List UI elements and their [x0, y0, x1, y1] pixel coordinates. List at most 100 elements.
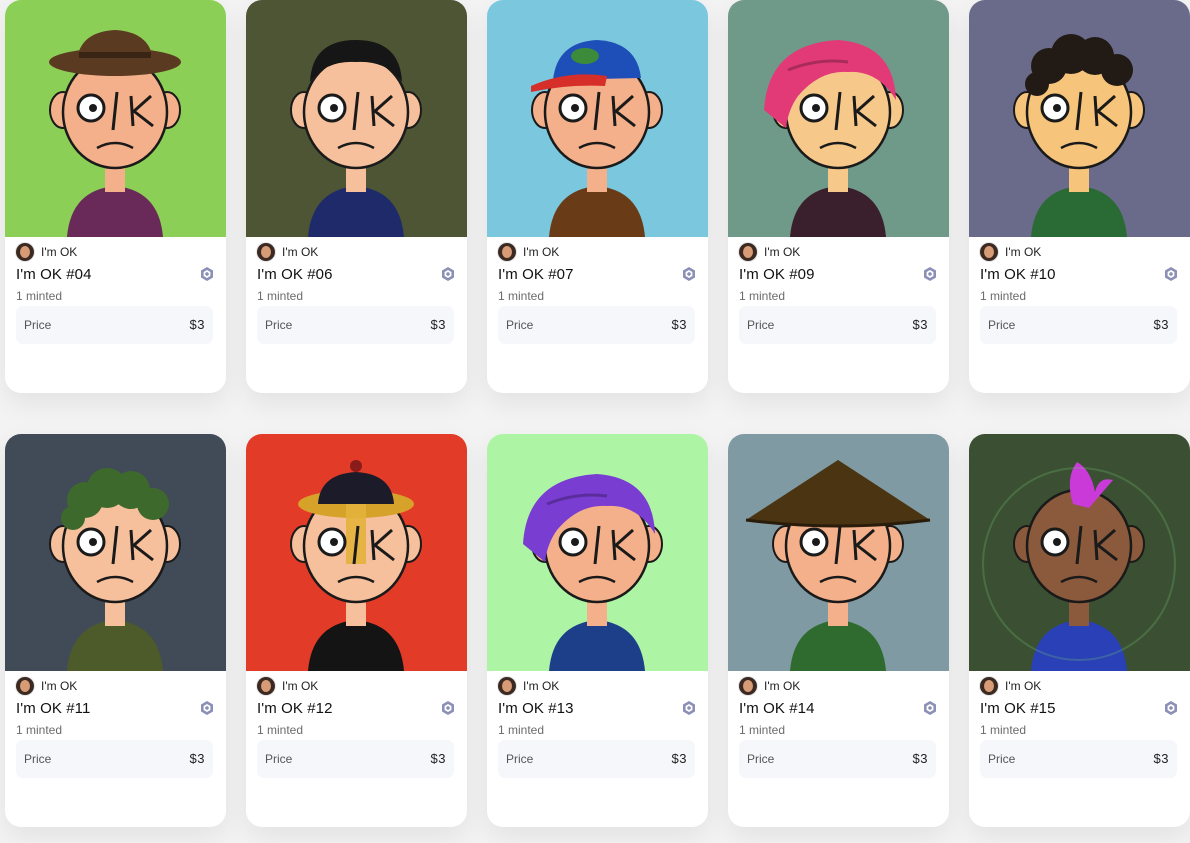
creator-info[interactable]: I'm OK [257, 677, 318, 695]
nft-title[interactable]: I'm OK #15 [980, 700, 1056, 717]
nft-title[interactable]: I'm OK #04 [16, 266, 92, 283]
creator-name: I'm OK [282, 245, 319, 259]
price-value: $3 [189, 317, 205, 332]
minted-count: 1 minted [498, 289, 545, 303]
nft-artwork-image[interactable] [487, 0, 708, 237]
creator-info[interactable]: I'm OK [980, 243, 1041, 261]
minted-count: 1 minted [498, 723, 545, 737]
price-value: $3 [1153, 317, 1169, 332]
creator-avatar [980, 677, 998, 695]
creator-info[interactable]: I'm OK [739, 677, 800, 695]
price-box: Price $3 [980, 306, 1177, 344]
nft-card[interactable]: I'm OK I'm OK #15 1 minted Price $3 [969, 434, 1190, 827]
price-value: $3 [912, 751, 928, 766]
creator-info[interactable]: I'm OK [498, 677, 559, 695]
creator-avatar [257, 677, 275, 695]
price-box: Price $3 [739, 306, 936, 344]
price-label: Price [265, 752, 293, 766]
creator-info[interactable]: I'm OK [16, 677, 77, 695]
nft-artwork-image[interactable] [969, 0, 1190, 237]
price-box: Price $3 [257, 306, 454, 344]
creator-name: I'm OK [282, 679, 319, 693]
minted-count: 1 minted [257, 289, 304, 303]
minted-count: 1 minted [739, 723, 786, 737]
minted-count: 1 minted [739, 289, 786, 303]
nft-title[interactable]: I'm OK #13 [498, 700, 574, 717]
nft-grid: I'm OK I'm OK #04 1 minted Price $3 I'm … [0, 0, 1190, 843]
nft-title[interactable]: I'm OK #07 [498, 266, 574, 283]
creator-avatar [739, 677, 757, 695]
creator-avatar [739, 243, 757, 261]
nft-title[interactable]: I'm OK #12 [257, 700, 333, 717]
chain-network-icon [1165, 701, 1177, 715]
price-box: Price $3 [16, 306, 213, 344]
price-value: $3 [430, 751, 446, 766]
creator-avatar [980, 243, 998, 261]
price-label: Price [506, 752, 534, 766]
nft-artwork-image[interactable] [728, 0, 949, 237]
nft-artwork-image[interactable] [728, 434, 949, 671]
nft-artwork-image[interactable] [969, 434, 1190, 671]
price-label: Price [747, 752, 775, 766]
minted-count: 1 minted [257, 723, 304, 737]
chain-network-icon [683, 701, 695, 715]
creator-name: I'm OK [523, 245, 560, 259]
price-value: $3 [1153, 751, 1169, 766]
nft-title[interactable]: I'm OK #09 [739, 266, 815, 283]
creator-avatar [16, 243, 34, 261]
chain-network-icon [442, 701, 454, 715]
minted-count: 1 minted [16, 289, 63, 303]
creator-avatar [498, 677, 516, 695]
nft-card[interactable]: I'm OK I'm OK #10 1 minted Price $3 [969, 0, 1190, 393]
price-box: Price $3 [257, 740, 454, 778]
nft-card[interactable]: I'm OK I'm OK #13 1 minted Price $3 [487, 434, 708, 827]
price-value: $3 [430, 317, 446, 332]
nft-artwork-image[interactable] [5, 434, 226, 671]
price-label: Price [24, 318, 52, 332]
creator-avatar [16, 677, 34, 695]
price-value: $3 [671, 751, 687, 766]
creator-info[interactable]: I'm OK [739, 243, 800, 261]
nft-artwork-image[interactable] [5, 0, 226, 237]
price-box: Price $3 [498, 306, 695, 344]
creator-name: I'm OK [1005, 679, 1042, 693]
minted-count: 1 minted [980, 289, 1027, 303]
price-box: Price $3 [739, 740, 936, 778]
nft-artwork-image[interactable] [246, 434, 467, 671]
nft-title[interactable]: I'm OK #11 [16, 700, 90, 717]
price-label: Price [506, 318, 534, 332]
chain-network-icon [924, 267, 936, 281]
nft-title[interactable]: I'm OK #14 [739, 700, 815, 717]
nft-card[interactable]: I'm OK I'm OK #07 1 minted Price $3 [487, 0, 708, 393]
price-value: $3 [671, 317, 687, 332]
creator-avatar [257, 243, 275, 261]
creator-info[interactable]: I'm OK [498, 243, 559, 261]
creator-info[interactable]: I'm OK [980, 677, 1041, 695]
minted-count: 1 minted [16, 723, 63, 737]
chain-network-icon [683, 267, 695, 281]
price-box: Price $3 [980, 740, 1177, 778]
chain-network-icon [924, 701, 936, 715]
nft-title[interactable]: I'm OK #06 [257, 266, 333, 283]
creator-name: I'm OK [41, 245, 78, 259]
creator-info[interactable]: I'm OK [257, 243, 318, 261]
price-value: $3 [189, 751, 205, 766]
nft-card[interactable]: I'm OK I'm OK #12 1 minted Price $3 [246, 434, 467, 827]
minted-count: 1 minted [980, 723, 1027, 737]
chain-network-icon [201, 267, 213, 281]
creator-name: I'm OK [41, 679, 78, 693]
nft-artwork-image[interactable] [487, 434, 708, 671]
chain-network-icon [1165, 267, 1177, 281]
price-label: Price [988, 318, 1016, 332]
nft-title[interactable]: I'm OK #10 [980, 266, 1056, 283]
nft-card[interactable]: I'm OK I'm OK #09 1 minted Price $3 [728, 0, 949, 393]
creator-info[interactable]: I'm OK [16, 243, 77, 261]
price-label: Price [24, 752, 52, 766]
price-box: Price $3 [16, 740, 213, 778]
nft-card[interactable]: I'm OK I'm OK #04 1 minted Price $3 [5, 0, 226, 393]
price-value: $3 [912, 317, 928, 332]
nft-card[interactable]: I'm OK I'm OK #14 1 minted Price $3 [728, 434, 949, 827]
nft-card[interactable]: I'm OK I'm OK #06 1 minted Price $3 [246, 0, 467, 393]
nft-artwork-image[interactable] [246, 0, 467, 237]
nft-card[interactable]: I'm OK I'm OK #11 1 minted Price $3 [5, 434, 226, 827]
